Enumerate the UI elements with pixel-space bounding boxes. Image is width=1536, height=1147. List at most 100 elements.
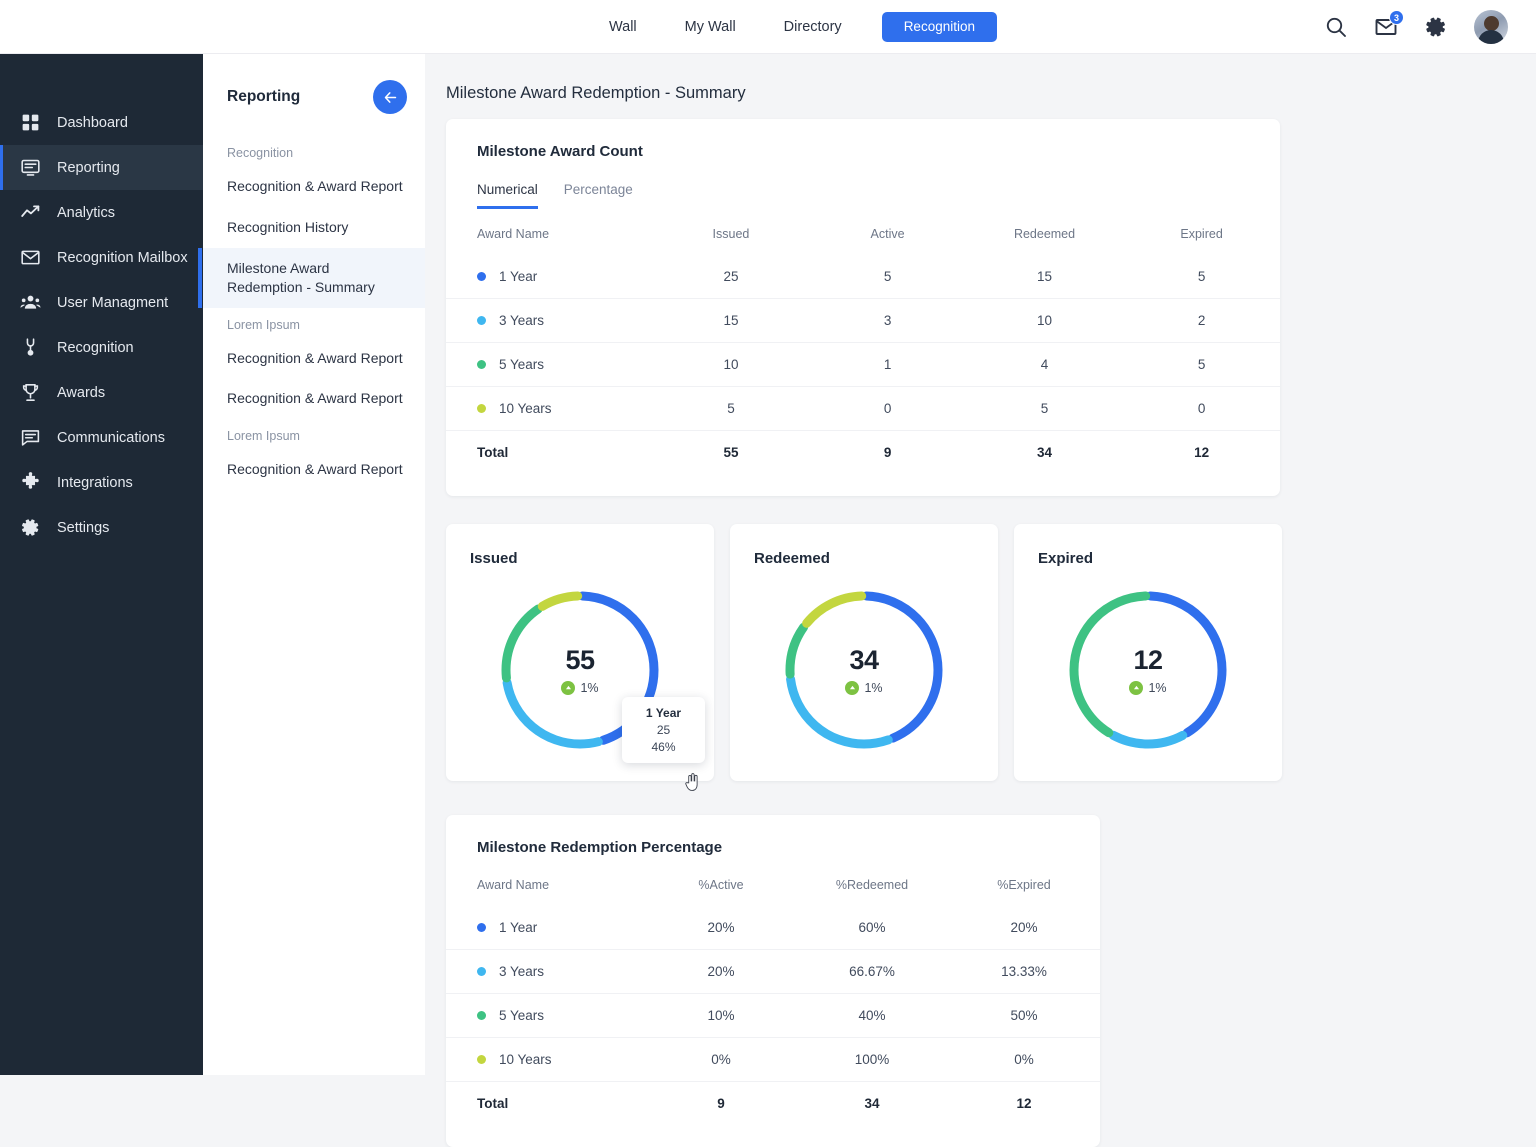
sidebar-item-integrations[interactable]: Integrations bbox=[0, 460, 203, 505]
sidebar-item-awards[interactable]: Awards bbox=[0, 370, 203, 415]
donut-delta-text: 1% bbox=[1148, 681, 1166, 695]
sidebar-item-label: Dashboard bbox=[57, 115, 128, 131]
nav-link-my-wall[interactable]: My Wall bbox=[661, 0, 760, 54]
sidebar-item-user-managment[interactable]: User Managment bbox=[0, 280, 203, 325]
sidebar-nav: Dashboard Reporting Analytics bbox=[0, 54, 203, 550]
cell-pct-redeemed: 66.67% bbox=[796, 950, 948, 994]
total-redeemed: 34 bbox=[966, 431, 1123, 475]
column-header-award-name: Award Name bbox=[446, 209, 653, 255]
nav-link-directory[interactable]: Directory bbox=[760, 0, 866, 54]
sidebar-item-label: Reporting bbox=[57, 160, 120, 176]
nav-link-recognition-active[interactable]: Recognition bbox=[882, 12, 997, 42]
redeemed-donut-card: Redeemed 34 1% bbox=[730, 524, 998, 781]
panel-title: Reporting bbox=[227, 88, 300, 106]
gear-icon bbox=[20, 517, 41, 538]
nav-link-wall[interactable]: Wall bbox=[585, 0, 661, 54]
chart-tooltip: 1 Year 25 46% bbox=[622, 697, 705, 763]
sidebar: Dashboard Reporting Analytics bbox=[0, 54, 203, 1075]
avatar[interactable] bbox=[1474, 10, 1508, 44]
cell-expired: 0 bbox=[1123, 387, 1280, 431]
sidebar-item-recognition-mailbox[interactable]: Recognition Mailbox bbox=[0, 235, 203, 280]
card-title: Issued bbox=[470, 550, 714, 567]
tooltip-value: 25 bbox=[640, 723, 687, 737]
mail-icon[interactable]: 3 bbox=[1374, 15, 1398, 39]
tooltip-title: 1 Year bbox=[640, 706, 687, 720]
sidebar-item-label: Communications bbox=[57, 430, 165, 446]
panel-item-recognition-award-report-1[interactable]: Recognition & Award Report bbox=[203, 166, 425, 207]
top-navigation: Wall My Wall Directory Recognition bbox=[585, 0, 997, 54]
issued-donut-card: Issued 55 1% 1 Year 25 46% bbox=[446, 524, 714, 781]
panel-item-milestone-award-redemption-summary[interactable]: Milestone Award Redemption - Summary bbox=[203, 248, 425, 308]
legend-dot bbox=[477, 1055, 486, 1064]
sidebar-item-recognition[interactable]: Recognition bbox=[0, 325, 203, 370]
monitor-icon bbox=[20, 157, 41, 178]
reporting-panel: Reporting Recognition Recognition & Awar… bbox=[203, 54, 425, 1075]
cell-issued: 15 bbox=[653, 299, 810, 343]
cell-issued: 25 bbox=[653, 255, 810, 299]
donut-delta: 1% bbox=[561, 681, 598, 695]
total-label: Total bbox=[446, 1082, 646, 1126]
row-label: 10 Years bbox=[499, 1052, 552, 1067]
total-issued: 55 bbox=[653, 431, 810, 475]
sidebar-item-reporting[interactable]: Reporting bbox=[0, 145, 203, 190]
column-header-award-name: Award Name bbox=[446, 856, 646, 906]
column-header-issued: Issued bbox=[653, 209, 810, 255]
panel-item-recognition-award-report-3[interactable]: Recognition & Award Report bbox=[203, 378, 425, 419]
gear-icon[interactable] bbox=[1424, 15, 1448, 39]
total-expired: 12 bbox=[1123, 431, 1280, 475]
medal-icon bbox=[20, 337, 41, 358]
panel-item-recognition-award-report-2[interactable]: Recognition & Award Report bbox=[203, 338, 425, 379]
legend-dot bbox=[477, 923, 486, 932]
donut-value: 55 bbox=[565, 645, 594, 676]
total-active: 9 bbox=[809, 431, 966, 475]
count-tabs: Numerical Percentage bbox=[446, 160, 1280, 209]
cell-pct-expired: 50% bbox=[948, 994, 1100, 1038]
column-header-redeemed: Redeemed bbox=[966, 209, 1123, 255]
tab-numerical[interactable]: Numerical bbox=[477, 182, 538, 209]
sidebar-item-label: User Managment bbox=[57, 295, 168, 311]
cell-expired: 2 bbox=[1123, 299, 1280, 343]
percentage-table-head: Award Name %Active %Redeemed %Expired bbox=[446, 856, 1100, 906]
panel-item-recognition-history[interactable]: Recognition History bbox=[203, 207, 425, 248]
panel-item-recognition-award-report-4[interactable]: Recognition & Award Report bbox=[203, 449, 425, 490]
cell-redeemed: 10 bbox=[966, 299, 1123, 343]
cell-redeemed: 5 bbox=[966, 387, 1123, 431]
sidebar-item-analytics[interactable]: Analytics bbox=[0, 190, 203, 235]
card-title: Milestone Redemption Percentage bbox=[446, 839, 1100, 856]
column-header-active: Active bbox=[809, 209, 966, 255]
legend-dot bbox=[477, 272, 486, 281]
count-table-body: 1 Year 25 5 15 5 3 Years 15 3 10 2 5 Yea… bbox=[446, 255, 1280, 474]
expired-donut-card: Expired 12 1% bbox=[1014, 524, 1282, 781]
milestone-redemption-percentage-card: Milestone Redemption Percentage Award Na… bbox=[446, 815, 1100, 1147]
legend-dot bbox=[477, 967, 486, 976]
total-pct-expired: 12 bbox=[948, 1082, 1100, 1126]
table-row: 10 Years 5 0 5 0 bbox=[446, 387, 1280, 431]
cell-pct-redeemed: 60% bbox=[796, 906, 948, 950]
trend-up-icon bbox=[20, 202, 41, 223]
cell-issued: 10 bbox=[653, 343, 810, 387]
sidebar-item-communications[interactable]: Communications bbox=[0, 415, 203, 460]
column-header-pct-active: %Active bbox=[646, 856, 796, 906]
sidebar-item-dashboard[interactable]: Dashboard bbox=[0, 100, 203, 145]
table-row: 3 Years 20% 66.67% 13.33% bbox=[446, 950, 1100, 994]
expired-donut-chart[interactable]: 12 1% bbox=[1062, 584, 1234, 756]
sidebar-item-label: Settings bbox=[57, 520, 109, 536]
total-pct-active: 9 bbox=[646, 1082, 796, 1126]
back-button[interactable] bbox=[373, 80, 407, 114]
sidebar-item-settings[interactable]: Settings bbox=[0, 505, 203, 550]
donut-delta-text: 1% bbox=[864, 681, 882, 695]
panel-group-label: Lorem Ipsum bbox=[203, 308, 425, 338]
tooltip-percent: 46% bbox=[640, 740, 687, 754]
issued-donut-chart[interactable]: 55 1% 1 Year 25 46% bbox=[494, 584, 666, 756]
top-bar-actions: 3 bbox=[1324, 0, 1508, 54]
cell-pct-active: 20% bbox=[646, 906, 796, 950]
cell-active: 3 bbox=[809, 299, 966, 343]
search-icon[interactable] bbox=[1324, 15, 1348, 39]
cell-pct-expired: 13.33% bbox=[948, 950, 1100, 994]
row-label: 1 Year bbox=[499, 269, 537, 284]
legend-dot bbox=[477, 1011, 486, 1020]
tab-percentage[interactable]: Percentage bbox=[564, 182, 633, 209]
top-bar: Wall My Wall Directory Recognition 3 bbox=[0, 0, 1536, 54]
redeemed-donut-chart[interactable]: 34 1% bbox=[778, 584, 950, 756]
puzzle-icon bbox=[20, 472, 41, 493]
